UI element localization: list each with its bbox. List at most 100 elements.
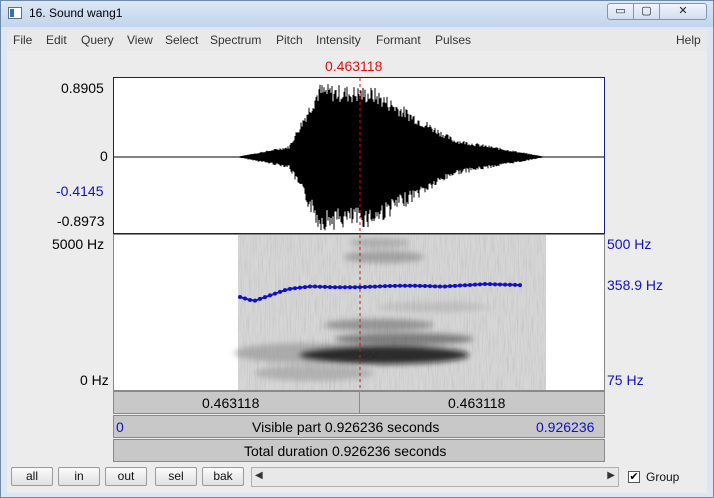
praat-sound-window: 16. Sound wang1 ▭ ▢ ✕ File Edit Query Vi… xyxy=(0,0,714,498)
pitch-point xyxy=(483,282,487,287)
pitch-point xyxy=(323,284,327,289)
pitch-point xyxy=(418,283,422,288)
pitch-point xyxy=(493,282,497,287)
menu-query[interactable]: Query xyxy=(81,33,114,47)
menu-spectrum[interactable]: Spectrum xyxy=(210,33,261,47)
menu-view[interactable]: View xyxy=(127,33,153,47)
pitch-point xyxy=(338,285,342,290)
pitch-max-label: 500 Hz xyxy=(607,236,652,252)
pitch-point xyxy=(433,284,437,289)
segment-left-duration[interactable]: 0.463118 xyxy=(202,395,259,411)
pitch-point xyxy=(298,285,302,290)
pitch-point xyxy=(403,283,407,288)
spectrogram-panel[interactable] xyxy=(113,234,605,391)
pitch-point xyxy=(388,284,392,289)
pitch-min-label: 75 Hz xyxy=(607,372,644,388)
visible-end-time: 0.926236 xyxy=(536,419,595,435)
zoom-selection-button[interactable]: sel xyxy=(155,467,197,486)
waveform-panel[interactable] xyxy=(113,77,605,234)
pitch-point xyxy=(393,283,397,288)
pitch-point xyxy=(363,284,367,289)
segment-right-duration[interactable]: 0.463118 xyxy=(448,395,505,411)
zoom-back-button[interactable]: bak xyxy=(202,467,244,486)
total-duration-bar[interactable]: Total duration 0.926236 seconds xyxy=(113,439,605,462)
menu-pulses[interactable]: Pulses xyxy=(435,33,471,47)
app-icon xyxy=(8,7,22,19)
pitch-point xyxy=(438,284,442,289)
pitch-point xyxy=(238,295,242,299)
pitch-point xyxy=(288,286,292,291)
pitch-point xyxy=(293,286,297,291)
pitch-point xyxy=(313,284,317,289)
visible-part-bar[interactable]: 0 Visible part 0.926236 seconds 0.926236 xyxy=(113,415,605,438)
pitch-cursor-label: 358.9 Hz xyxy=(607,277,664,293)
pitch-point xyxy=(283,288,287,293)
pitch-point xyxy=(243,296,247,301)
group-checkbox[interactable]: ✔ xyxy=(628,471,640,483)
amplitude-zero-label: 0 xyxy=(100,148,108,164)
amplitude-max-label: 0.8905 xyxy=(61,80,104,96)
pitch-point xyxy=(248,298,252,302)
pitch-point xyxy=(413,283,417,288)
pitch-point xyxy=(503,282,507,287)
pitch-point xyxy=(473,282,477,287)
pitch-point xyxy=(263,295,267,300)
segment-bar[interactable]: 0.463118 0.463118 xyxy=(113,391,605,414)
pitch-point xyxy=(378,284,382,289)
zoom-in-button[interactable]: in xyxy=(58,467,100,486)
amplitude-cursor-label: -0.4145 xyxy=(56,183,104,199)
pitch-point xyxy=(423,283,427,288)
pitch-point xyxy=(253,298,257,303)
menu-pitch[interactable]: Pitch xyxy=(276,33,303,47)
visible-part-text: Visible part 0.926236 seconds xyxy=(252,419,440,435)
spectrogram-freq-min-label: 0 Hz xyxy=(80,372,109,388)
menu-formant[interactable]: Formant xyxy=(376,33,421,47)
scroll-right-arrow-icon[interactable]: ▶ xyxy=(607,470,615,481)
group-label: Group xyxy=(646,470,680,484)
amplitude-min-label: -0.8973 xyxy=(57,213,105,229)
menu-help[interactable]: Help xyxy=(676,33,701,47)
pitch-point xyxy=(513,282,517,287)
pitch-point xyxy=(383,284,387,289)
maximize-button[interactable]: ▢ xyxy=(633,3,660,20)
waveform-svg xyxy=(114,78,604,233)
pitch-point xyxy=(408,283,412,288)
pitch-point xyxy=(468,282,472,287)
horizontal-scrollbar[interactable]: ◀ ▶ xyxy=(251,467,619,487)
zoom-out-button[interactable]: out xyxy=(105,467,147,486)
menu-intensity[interactable]: Intensity xyxy=(316,33,361,47)
menu-file[interactable]: File xyxy=(13,33,32,47)
scroll-left-arrow-icon[interactable]: ◀ xyxy=(255,470,263,481)
pitch-point xyxy=(488,282,492,287)
pitch-point xyxy=(353,285,357,290)
pitch-point xyxy=(518,283,522,288)
pitch-point xyxy=(448,284,452,289)
pitch-point xyxy=(278,289,282,294)
pitch-point xyxy=(268,293,272,298)
pitch-point xyxy=(348,285,352,290)
window-title: 16. Sound wang1 xyxy=(29,6,123,20)
close-button[interactable]: ✕ xyxy=(659,3,707,20)
minimize-button[interactable]: ▭ xyxy=(607,3,634,20)
menu-bar: File Edit Query View Select Spectrum Pit… xyxy=(7,30,707,52)
pitch-point xyxy=(508,282,512,287)
pitch-point xyxy=(428,284,432,289)
waveform-trace xyxy=(236,84,546,231)
pitch-point xyxy=(333,285,337,290)
pitch-point xyxy=(258,296,262,301)
segment-divider xyxy=(359,392,360,413)
pitch-point xyxy=(443,284,447,289)
spectrogram-svg xyxy=(234,235,546,390)
pitch-point xyxy=(498,282,502,287)
pitch-point xyxy=(343,285,347,290)
pitch-point xyxy=(478,282,482,287)
menu-edit[interactable]: Edit xyxy=(46,33,67,47)
visible-start-time: 0 xyxy=(116,419,124,435)
menu-select[interactable]: Select xyxy=(165,33,198,47)
pitch-point xyxy=(373,284,377,289)
pitch-point xyxy=(318,284,322,289)
pitch-point xyxy=(328,285,332,290)
zoom-all-button[interactable]: all xyxy=(11,467,53,486)
pitch-point xyxy=(273,291,277,296)
cursor-time-label: 0.463118 xyxy=(325,58,383,74)
